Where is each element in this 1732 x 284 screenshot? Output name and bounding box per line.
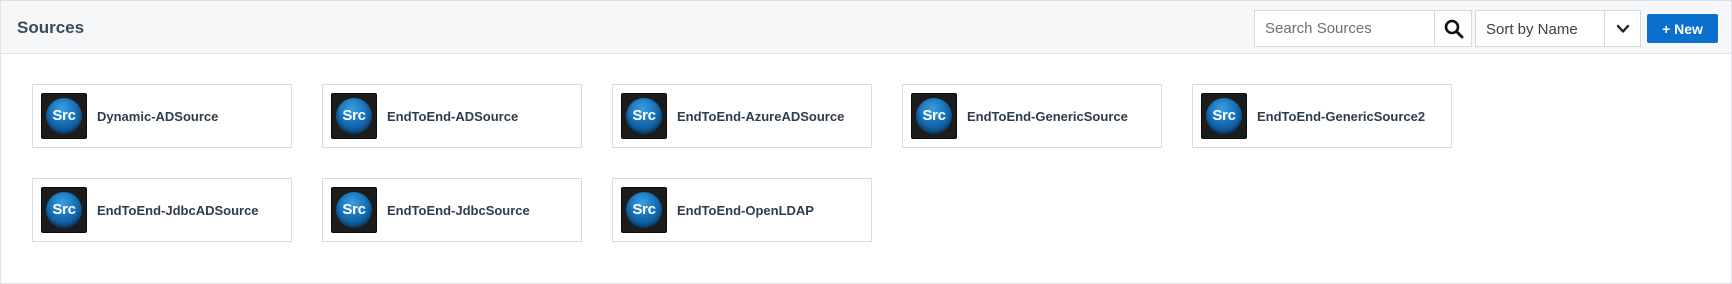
source-card[interactable]: Src EndToEnd-JdbcSource	[322, 178, 582, 242]
sort-divider	[1604, 11, 1605, 46]
source-icon-text: Src	[52, 201, 76, 218]
source-icon-orb: Src	[916, 98, 952, 134]
source-icon-orb: Src	[46, 192, 82, 228]
source-card[interactable]: Src EndToEnd-GenericSource	[902, 84, 1162, 148]
source-icon: Src	[621, 187, 667, 233]
sort-selected-value: Sort by Name	[1486, 21, 1578, 38]
source-card[interactable]: Src EndToEnd-OpenLDAP	[612, 178, 872, 242]
source-card[interactable]: Src EndToEnd-ADSource	[322, 84, 582, 148]
source-icon-orb: Src	[336, 192, 372, 228]
source-icon-orb: Src	[46, 98, 82, 134]
source-card-label: Dynamic-ADSource	[97, 109, 219, 124]
source-icon-text: Src	[342, 107, 366, 124]
source-card[interactable]: Src EndToEnd-JdbcADSource	[32, 178, 292, 242]
source-card[interactable]: Src EndToEnd-GenericSource2	[1192, 84, 1452, 148]
source-icon-orb: Src	[626, 98, 662, 134]
sort-dropdown[interactable]: Sort by Name	[1475, 10, 1641, 47]
source-card-label: EndToEnd-GenericSource	[967, 109, 1128, 124]
source-icon-orb: Src	[1206, 98, 1242, 134]
source-icon-text: Src	[52, 107, 76, 124]
sources-panel: Sources Sort by Name + New Src Dynamic-AD…	[0, 0, 1732, 284]
source-icon: Src	[331, 93, 377, 139]
source-icon-text: Src	[922, 107, 946, 124]
source-icon: Src	[41, 187, 87, 233]
source-icon-text: Src	[1212, 107, 1236, 124]
page-title: Sources	[17, 18, 85, 37]
source-card-label: EndToEnd-JdbcSource	[387, 203, 530, 218]
source-card-label: EndToEnd-AzureADSource	[677, 109, 845, 124]
source-card[interactable]: Src Dynamic-ADSource	[32, 84, 292, 148]
search-button[interactable]	[1434, 10, 1472, 47]
search-icon	[1444, 19, 1464, 39]
source-card-label: EndToEnd-JdbcADSource	[97, 203, 259, 218]
source-icon: Src	[1201, 93, 1247, 139]
source-icon: Src	[41, 93, 87, 139]
source-card-label: EndToEnd-ADSource	[387, 109, 519, 124]
page-header: Sources Sort by Name + New	[1, 1, 1731, 54]
source-icon-text: Src	[632, 201, 656, 218]
search-input[interactable]	[1254, 10, 1435, 47]
source-icon-orb: Src	[626, 192, 662, 228]
new-source-button[interactable]: + New	[1647, 14, 1718, 43]
source-icon: Src	[331, 187, 377, 233]
chevron-down-icon	[1616, 24, 1630, 33]
source-icon-orb: Src	[336, 98, 372, 134]
source-icon: Src	[621, 93, 667, 139]
source-icon: Src	[911, 93, 957, 139]
source-icon-text: Src	[632, 107, 656, 124]
source-icon-text: Src	[342, 201, 366, 218]
source-card[interactable]: Src EndToEnd-AzureADSource	[612, 84, 872, 148]
source-card-label: EndToEnd-OpenLDAP	[677, 203, 814, 218]
source-card-label: EndToEnd-GenericSource2	[1257, 109, 1426, 124]
